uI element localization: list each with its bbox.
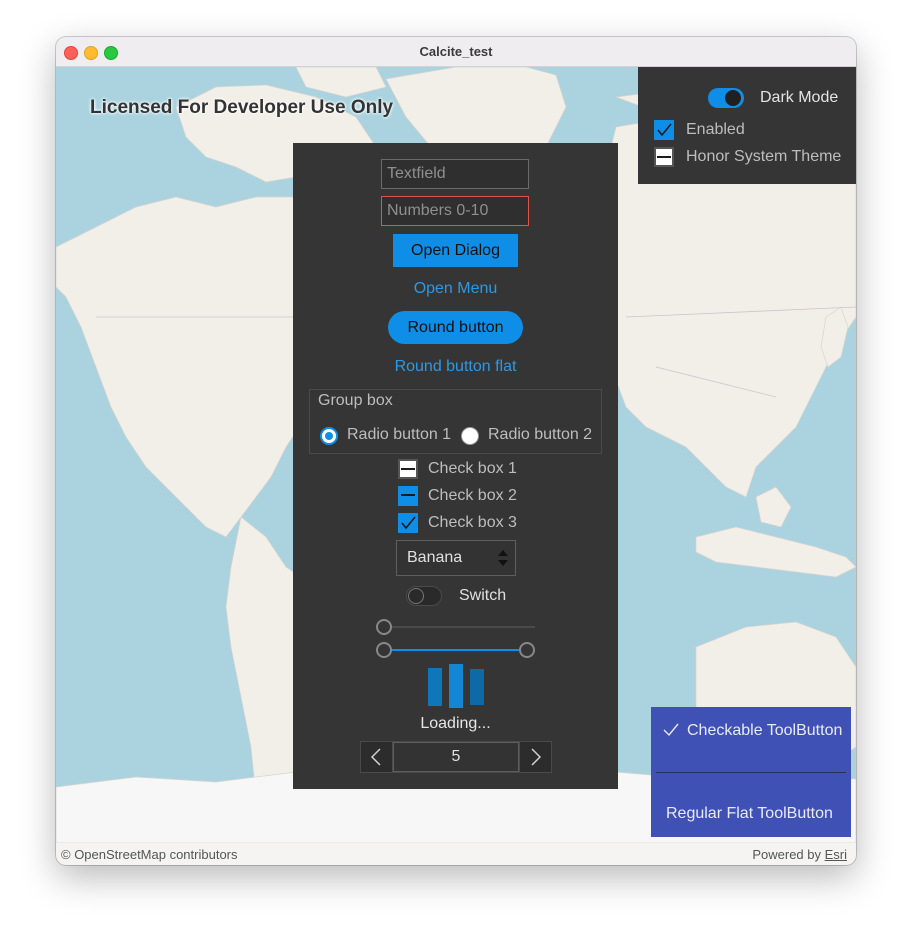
- spinbox-value[interactable]: 5: [393, 742, 519, 772]
- check-box-1[interactable]: [398, 459, 418, 479]
- powered-by-text: Powered by: [752, 847, 825, 862]
- switch-toggle[interactable]: [406, 586, 442, 606]
- group-box-title: Group box: [318, 392, 393, 409]
- license-watermark: Licensed For Developer Use Only: [90, 97, 394, 118]
- check-box-1-label[interactable]: Check box 1: [428, 460, 517, 478]
- chevron-left-icon: [370, 748, 381, 766]
- loading-bar-1: [428, 668, 442, 706]
- honor-system-theme-checkbox[interactable]: [654, 147, 674, 167]
- loading-bar-2: [449, 664, 463, 708]
- up-down-arrows-icon: [498, 550, 508, 566]
- round-button[interactable]: Round button: [388, 311, 523, 344]
- switch-knob: [408, 588, 424, 604]
- spinbox-increment[interactable]: [519, 742, 551, 772]
- window-title: Calcite_test: [419, 44, 493, 59]
- open-dialog-button[interactable]: Open Dialog: [393, 234, 518, 267]
- check-box-3[interactable]: [398, 513, 418, 533]
- check-box-2-label[interactable]: Check box 2: [428, 487, 517, 505]
- textfield-input[interactable]: [381, 159, 529, 189]
- radio-button-2[interactable]: [461, 427, 479, 445]
- map-attribution-bar: © OpenStreetMap contributors Powered by …: [56, 843, 856, 865]
- dark-mode-label: Dark Mode: [760, 89, 839, 106]
- loading-label: Loading...: [420, 715, 491, 732]
- check-box-3-label[interactable]: Check box 3: [428, 514, 517, 532]
- honor-system-theme-label: Honor System Theme: [686, 148, 842, 165]
- controls-panel: Open Dialog Open Menu Round button Round…: [293, 143, 618, 789]
- radio-button-1-label[interactable]: Radio button 1: [347, 426, 451, 444]
- enabled-label: Enabled: [686, 121, 745, 138]
- radio-button-2-label[interactable]: Radio button 2: [488, 426, 592, 444]
- dark-mode-switch[interactable]: [708, 88, 744, 108]
- theme-settings-panel: Dark Mode Enabled Honor System Theme: [638, 67, 856, 184]
- loading-bar-3: [470, 669, 484, 705]
- spinbox-decrement[interactable]: [361, 742, 393, 772]
- regular-flat-toolbutton[interactable]: Regular Flat ToolButton: [666, 805, 833, 823]
- numbers-input[interactable]: [381, 196, 529, 226]
- range-slider-end-handle[interactable]: [519, 642, 535, 658]
- toolbutton-panel: Checkable ToolButton Regular Flat ToolBu…: [651, 707, 851, 837]
- powered-by: Powered by Esri: [752, 847, 847, 862]
- enabled-checkbox[interactable]: [654, 120, 674, 140]
- group-box: Group box Radio button 1 Radio button 2: [309, 389, 602, 454]
- slider-track: [385, 626, 535, 628]
- esri-link[interactable]: Esri: [825, 847, 847, 862]
- range-slider-track: [385, 649, 528, 651]
- switch-label: Switch: [459, 587, 507, 604]
- open-menu-button[interactable]: Open Menu: [293, 280, 618, 298]
- app-window: Calcite_test Licensed For Developer Use …: [56, 37, 856, 865]
- checkmark-icon: [657, 123, 672, 137]
- combobox-value: Banana: [407, 549, 463, 566]
- round-button-flat[interactable]: Round button flat: [293, 358, 618, 376]
- slider-handle[interactable]: [376, 619, 392, 635]
- toolbutton-divider: [656, 772, 846, 773]
- osm-attribution: © OpenStreetMap contributors: [61, 847, 238, 862]
- fruit-combobox[interactable]: Banana: [396, 540, 516, 576]
- range-slider-start-handle[interactable]: [376, 642, 392, 658]
- chevron-right-icon: [531, 748, 542, 766]
- radio-button-1[interactable]: [320, 427, 338, 445]
- spinbox[interactable]: 5: [360, 741, 552, 773]
- title-bar: Calcite_test: [56, 37, 856, 67]
- checkmark-icon: [663, 723, 679, 737]
- check-box-2[interactable]: [398, 486, 418, 506]
- switch-knob: [725, 90, 741, 106]
- checkmark-icon: [401, 516, 416, 530]
- checkable-toolbutton[interactable]: Checkable ToolButton: [687, 722, 842, 740]
